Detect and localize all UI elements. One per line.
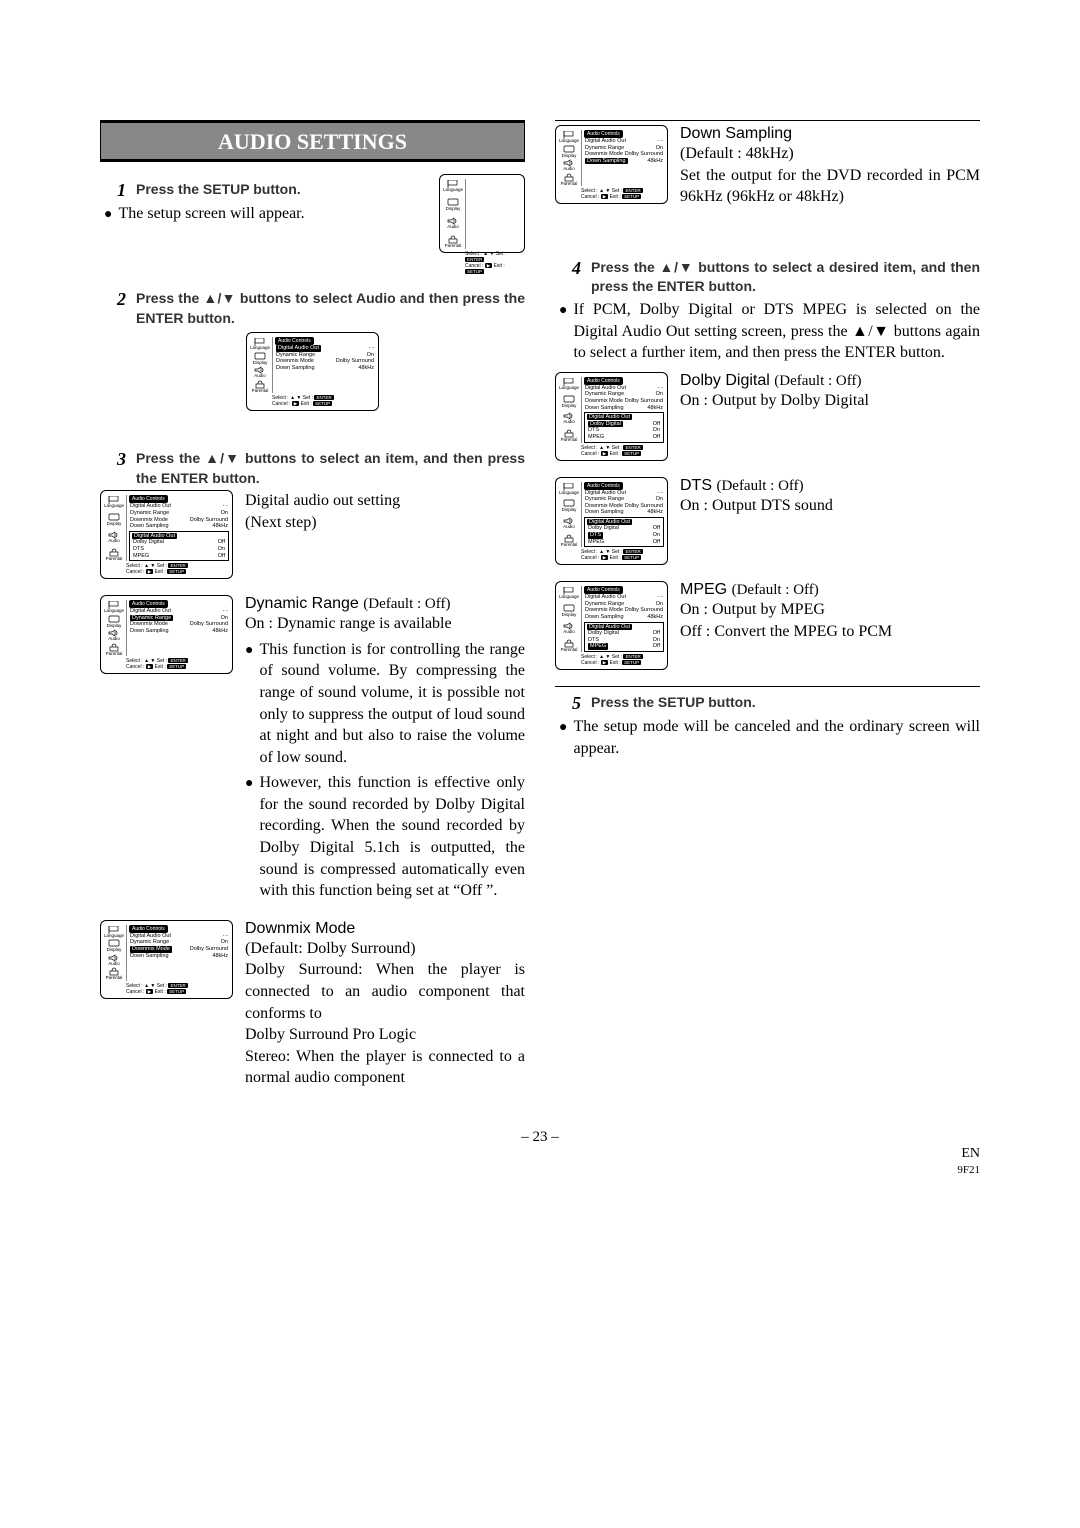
dolby-heading: Dolby Digital (Default : Off): [680, 372, 869, 390]
dynamic-range-on: On : Dynamic range is available: [245, 613, 525, 635]
bullet-dot: ●: [559, 716, 567, 738]
bullet-dot: ●: [245, 772, 253, 794]
step-text: Press the ▲/▼ buttons to select a desire…: [591, 258, 980, 297]
step-number: 2: [100, 289, 136, 310]
mpeg-on: On : Output by MPEG: [680, 599, 892, 621]
dts-on: On : Output DTS sound: [680, 495, 833, 517]
bullet-text: The setup screen will appear.: [118, 203, 304, 225]
osd-dynamic-range: Language Display Audio Parental Audio Co…: [100, 595, 233, 674]
osd-dolby: Language Display Audio Parental Audio Co…: [555, 372, 668, 461]
dts-heading: DTS (Default : Off): [680, 477, 833, 495]
section-title: AUDIO SETTINGS: [100, 121, 525, 162]
step-number: 3: [100, 449, 136, 470]
step-number: 4: [555, 258, 591, 279]
osd-down-sampling: Language Display Audio Parental Audio Co…: [555, 125, 668, 204]
step-1: 1 Press the SETUP button.: [100, 180, 429, 201]
mpeg-off: Off : Convert the MPEG to PCM: [680, 621, 892, 643]
dolby-on: On : Output by Dolby Digital: [680, 390, 869, 412]
digital-audio-out-label: Digital audio out setting: [245, 490, 400, 512]
step-4: 4 Press the ▲/▼ buttons to select a desi…: [555, 258, 980, 297]
osd-digital-audio-out: Language Display Audio Parental Audio Co…: [100, 490, 233, 579]
bullet-dot: ●: [559, 299, 567, 321]
down-sampling-p: Set the output for the DVD recorded in P…: [680, 165, 980, 208]
step-text: Press the SETUP button.: [591, 693, 756, 713]
page-columns: AUDIO SETTINGS 1 Press the SETUP button.…: [100, 120, 980, 1105]
left-column: AUDIO SETTINGS 1 Press the SETUP button.…: [100, 120, 525, 1105]
step-text: Press the ▲/▼ buttons to select Audio an…: [136, 289, 525, 328]
step-text: Press the ▲/▼ buttons to select an item,…: [136, 449, 525, 488]
step-3: 3 Press the ▲/▼ buttons to select an ite…: [100, 449, 525, 488]
downmix-p3: Stereo: When the player is connected to …: [245, 1046, 525, 1089]
downmix-default: (Default: Dolby Surround): [245, 938, 525, 960]
bullet-dot: ●: [245, 639, 253, 661]
step-text: Press the SETUP button.: [136, 180, 301, 200]
osd-audio-menu: Language Display Audio Parental Audio Co…: [246, 332, 379, 411]
right-column: Language Display Audio Parental Audio Co…: [555, 120, 980, 1105]
downmix-p1: Dolby Surround: When the player is conne…: [245, 959, 525, 1024]
osd-downmix: Language Display Audio Parental Audio Co…: [100, 920, 233, 999]
step-number: 1: [100, 180, 136, 201]
downmix-heading: Downmix Mode: [245, 920, 525, 938]
osd-mpeg: Language Display Audio Parental Audio Co…: [555, 581, 668, 670]
bullet-dot: ●: [104, 203, 112, 225]
osd-dts: Language Display Audio Parental Audio Co…: [555, 477, 668, 566]
downmix-p2: Dolby Surround Pro Logic: [245, 1024, 525, 1046]
digital-audio-out-next: (Next step): [245, 512, 400, 534]
page-number: – 23 –: [100, 1129, 980, 1146]
bullet-text: The setup mode will be canceled and the …: [573, 716, 980, 759]
down-sampling-default: (Default : 48kHz): [680, 143, 980, 165]
step-number: 5: [555, 693, 591, 714]
step-2: 2 Press the ▲/▼ buttons to select Audio …: [100, 289, 525, 328]
bullet-text: If PCM, Dolby Digital or DTS MPEG is sel…: [573, 299, 980, 364]
dynamic-range-p2: However, this function is effective only…: [259, 772, 525, 902]
dynamic-range-heading: Dynamic Range (Default : Off): [245, 595, 525, 613]
mpeg-heading: MPEG (Default : Off): [680, 581, 892, 599]
down-sampling-heading: Down Sampling: [680, 125, 980, 143]
osd-setup-screen: Language Display Audio Parental Select :…: [439, 174, 525, 253]
dynamic-range-p1: This function is for controlling the ran…: [259, 639, 525, 769]
page-side-info: EN 9F21: [100, 1146, 980, 1178]
step-5: 5 Press the SETUP button.: [555, 693, 980, 714]
